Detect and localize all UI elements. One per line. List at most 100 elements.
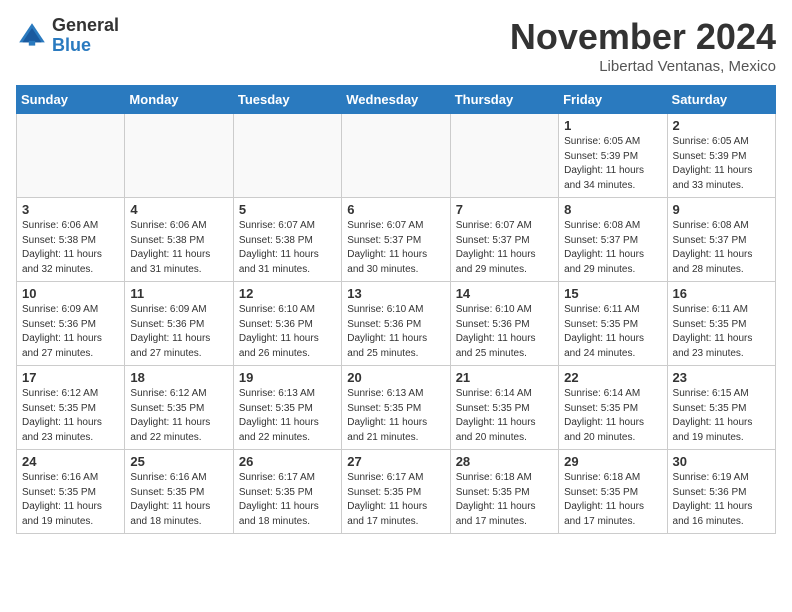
page: General Blue November 2024 Libertad Vent… [0,0,792,550]
day-cell: 16 Sunrise: 6:11 AM Sunset: 5:35 PM Dayli… [667,282,775,366]
day-info: Sunrise: 6:17 AM Sunset: 5:35 PM Dayligh… [239,471,336,529]
day-number: 18 [130,370,227,385]
day-info: Sunrise: 6:05 AM Sunset: 5:39 PM Dayligh… [564,135,661,193]
day-info: Sunrise: 6:11 AM Sunset: 5:35 PM Dayligh… [564,303,661,361]
day-info: Sunrise: 6:14 AM Sunset: 5:35 PM Dayligh… [564,387,661,445]
day-info: Sunrise: 6:18 AM Sunset: 5:35 PM Dayligh… [456,471,553,529]
day-cell [125,114,233,198]
day-number: 25 [130,454,227,469]
day-cell [17,114,125,198]
day-cell: 13 Sunrise: 6:10 AM Sunset: 5:36 PM Dayli… [342,282,450,366]
day-cell [342,114,450,198]
day-info: Sunrise: 6:12 AM Sunset: 5:35 PM Dayligh… [130,387,227,445]
day-info: Sunrise: 6:17 AM Sunset: 5:35 PM Dayligh… [347,471,444,529]
month-title: November 2024 [510,16,776,58]
day-cell: 18 Sunrise: 6:12 AM Sunset: 5:35 PM Dayli… [125,366,233,450]
weekday-header-row: SundayMondayTuesdayWednesdayThursdayFrid… [17,86,776,114]
day-number: 5 [239,202,336,217]
day-number: 7 [456,202,553,217]
day-info: Sunrise: 6:18 AM Sunset: 5:35 PM Dayligh… [564,471,661,529]
day-number: 2 [673,118,770,133]
day-info: Sunrise: 6:10 AM Sunset: 5:36 PM Dayligh… [456,303,553,361]
day-number: 26 [239,454,336,469]
day-number: 13 [347,286,444,301]
day-cell: 3Sunrise: 6:06 AM Sunset: 5:38 PM Daylig… [17,198,125,282]
weekday-wednesday: Wednesday [342,86,450,114]
day-number: 9 [673,202,770,217]
day-info: Sunrise: 6:14 AM Sunset: 5:35 PM Dayligh… [456,387,553,445]
day-info: Sunrise: 6:10 AM Sunset: 5:36 PM Dayligh… [347,303,444,361]
day-info: Sunrise: 6:19 AM Sunset: 5:36 PM Dayligh… [673,471,770,529]
day-cell: 2 Sunrise: 6:05 AM Sunset: 5:39 PM Daylig… [667,114,775,198]
day-number: 3 [22,202,119,217]
weekday-sunday: Sunday [17,86,125,114]
week-row-0: 1 Sunrise: 6:05 AM Sunset: 5:39 PM Daylig… [17,114,776,198]
day-info: Sunrise: 6:12 AM Sunset: 5:35 PM Dayligh… [22,387,119,445]
day-number: 28 [456,454,553,469]
day-number: 22 [564,370,661,385]
title-block: November 2024 Libertad Ventanas, Mexico [510,16,776,75]
day-number: 21 [456,370,553,385]
header: General Blue November 2024 Libertad Vent… [16,16,776,75]
day-cell: 7Sunrise: 6:07 AM Sunset: 5:37 PM Daylig… [450,198,558,282]
day-number: 27 [347,454,444,469]
day-cell: 9 Sunrise: 6:08 AM Sunset: 5:37 PM Daylig… [667,198,775,282]
day-number: 19 [239,370,336,385]
day-info: Sunrise: 6:13 AM Sunset: 5:35 PM Dayligh… [239,387,336,445]
weekday-monday: Monday [125,86,233,114]
logo-icon [16,20,48,52]
weekday-friday: Friday [559,86,667,114]
day-cell [233,114,341,198]
logo-blue-text: Blue [52,36,119,56]
weekday-tuesday: Tuesday [233,86,341,114]
logo-text: General Blue [52,16,119,56]
day-number: 10 [22,286,119,301]
day-cell: 17 Sunrise: 6:12 AM Sunset: 5:35 PM Dayli… [17,366,125,450]
day-cell: 12 Sunrise: 6:10 AM Sunset: 5:36 PM Dayli… [233,282,341,366]
day-number: 29 [564,454,661,469]
day-info: Sunrise: 6:16 AM Sunset: 5:35 PM Dayligh… [130,471,227,529]
day-info: Sunrise: 6:10 AM Sunset: 5:36 PM Dayligh… [239,303,336,361]
day-info: Sunrise: 6:15 AM Sunset: 5:35 PM Dayligh… [673,387,770,445]
day-info: Sunrise: 6:09 AM Sunset: 5:36 PM Dayligh… [22,303,119,361]
day-number: 15 [564,286,661,301]
day-cell: 15 Sunrise: 6:11 AM Sunset: 5:35 PM Dayli… [559,282,667,366]
day-number: 17 [22,370,119,385]
day-number: 30 [673,454,770,469]
day-cell: 23 Sunrise: 6:15 AM Sunset: 5:35 PM Dayli… [667,366,775,450]
day-cell: 30 Sunrise: 6:19 AM Sunset: 5:36 PM Dayli… [667,450,775,534]
day-info: Sunrise: 6:09 AM Sunset: 5:36 PM Dayligh… [130,303,227,361]
day-info: Sunrise: 6:08 AM Sunset: 5:37 PM Dayligh… [673,219,770,277]
day-cell: 14 Sunrise: 6:10 AM Sunset: 5:36 PM Dayli… [450,282,558,366]
day-cell: 25 Sunrise: 6:16 AM Sunset: 5:35 PM Dayli… [125,450,233,534]
day-cell: 11 Sunrise: 6:09 AM Sunset: 5:36 PM Dayli… [125,282,233,366]
day-cell: 26 Sunrise: 6:17 AM Sunset: 5:35 PM Dayli… [233,450,341,534]
day-cell: 22 Sunrise: 6:14 AM Sunset: 5:35 PM Dayli… [559,366,667,450]
day-cell: 6 Sunrise: 6:07 AM Sunset: 5:37 PM Daylig… [342,198,450,282]
week-row-1: 3Sunrise: 6:06 AM Sunset: 5:38 PM Daylig… [17,198,776,282]
day-number: 23 [673,370,770,385]
day-number: 11 [130,286,227,301]
day-info: Sunrise: 6:05 AM Sunset: 5:39 PM Dayligh… [673,135,770,193]
day-cell: 10 Sunrise: 6:09 AM Sunset: 5:36 PM Dayli… [17,282,125,366]
day-cell: 19 Sunrise: 6:13 AM Sunset: 5:35 PM Dayli… [233,366,341,450]
day-cell: 8Sunrise: 6:08 AM Sunset: 5:37 PM Daylig… [559,198,667,282]
day-cell: 5Sunrise: 6:07 AM Sunset: 5:38 PM Daylig… [233,198,341,282]
day-number: 4 [130,202,227,217]
day-cell [450,114,558,198]
day-info: Sunrise: 6:07 AM Sunset: 5:37 PM Dayligh… [347,219,444,277]
day-number: 12 [239,286,336,301]
day-cell: 1 Sunrise: 6:05 AM Sunset: 5:39 PM Daylig… [559,114,667,198]
day-number: 16 [673,286,770,301]
weekday-thursday: Thursday [450,86,558,114]
day-number: 6 [347,202,444,217]
day-number: 20 [347,370,444,385]
day-cell: 24Sunrise: 6:16 AM Sunset: 5:35 PM Dayli… [17,450,125,534]
day-info: Sunrise: 6:11 AM Sunset: 5:35 PM Dayligh… [673,303,770,361]
logo-general-text: General [52,16,119,36]
day-cell: 20Sunrise: 6:13 AM Sunset: 5:35 PM Dayli… [342,366,450,450]
day-cell: 4Sunrise: 6:06 AM Sunset: 5:38 PM Daylig… [125,198,233,282]
day-number: 1 [564,118,661,133]
day-number: 14 [456,286,553,301]
week-row-4: 24Sunrise: 6:16 AM Sunset: 5:35 PM Dayli… [17,450,776,534]
